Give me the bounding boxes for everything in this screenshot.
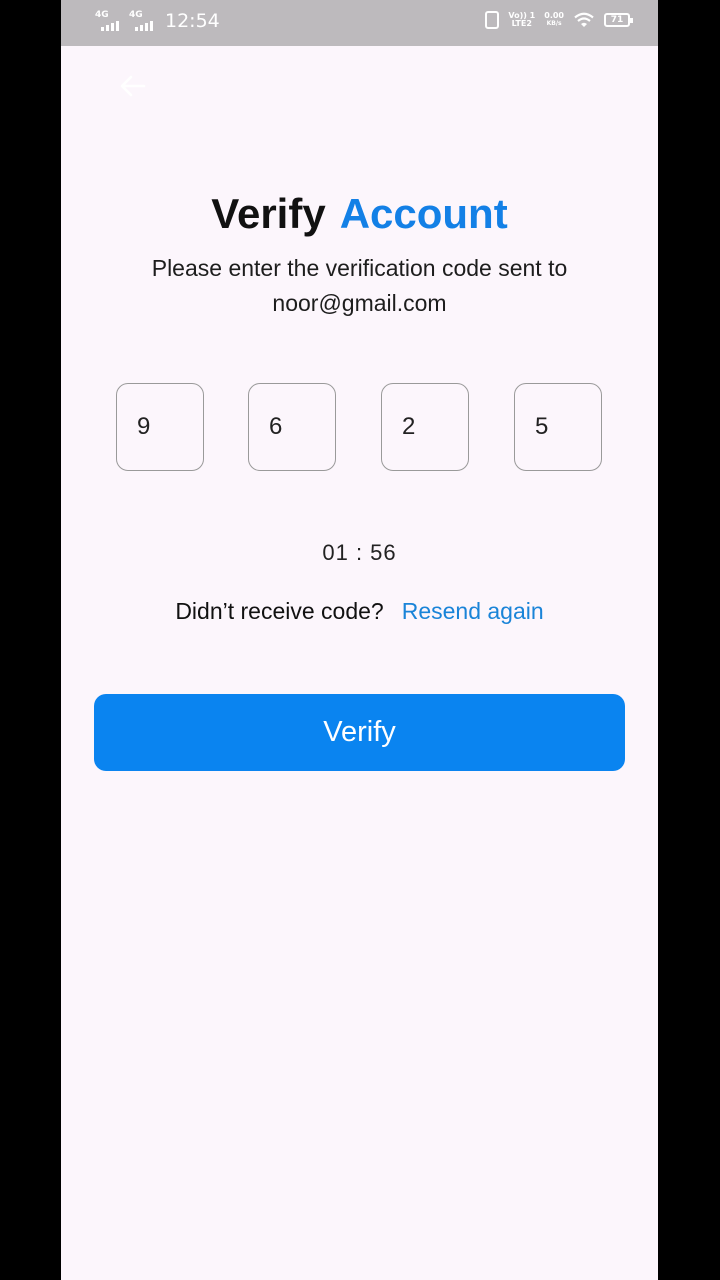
status-left: 4G 4G 12:54 <box>95 10 220 32</box>
instruction-line: Please enter the verification code sent … <box>151 255 568 281</box>
resend-link[interactable]: Resend again <box>402 598 544 624</box>
otp-box-3[interactable]: 2 <box>381 383 469 471</box>
otp-box-1[interactable]: 9 <box>116 383 204 471</box>
title-account: Account <box>339 190 508 237</box>
otp-box-2[interactable]: 6 <box>248 383 336 471</box>
otp-digit: 6 <box>269 413 283 440</box>
otp-box-4[interactable]: 5 <box>514 383 602 471</box>
otp-digit: 5 <box>535 413 549 440</box>
signal-1-icon: 4G <box>95 10 123 32</box>
network-type-1: 4G <box>95 10 109 20</box>
verify-account-screen: 4G 4G 12:54 Vo)) 1 LTE2 0.00 KB/s 71 Ver… <box>61 0 658 1280</box>
status-right: Vo)) 1 LTE2 0.00 KB/s 71 <box>485 11 633 29</box>
otp-digit: 2 <box>402 413 416 440</box>
wifi-icon <box>574 12 594 27</box>
resend-row: Didn’t receive code? Resend again <box>61 598 658 625</box>
status-bar: 4G 4G 12:54 Vo)) 1 LTE2 0.00 KB/s 71 <box>61 0 658 46</box>
instruction-text: Please enter the verification code sent … <box>101 251 618 321</box>
battery-icon: 71 <box>604 13 633 27</box>
arrow-left-icon[interactable] <box>117 70 149 102</box>
network-type-2: 4G <box>129 10 143 20</box>
otp-digit: 9 <box>137 413 151 440</box>
title-verify: Verify <box>211 190 326 237</box>
clock: 12:54 <box>165 10 220 32</box>
email-address: noor@gmail.com <box>272 290 447 316</box>
page-title: Verify Account <box>61 190 658 238</box>
signal-2-icon: 4G <box>129 10 157 32</box>
countdown-timer: 01 : 56 <box>322 540 397 565</box>
network-speed: 0.00 KB/s <box>544 11 564 28</box>
resend-question: Didn’t receive code? <box>175 598 384 624</box>
verify-button[interactable]: Verify <box>94 694 625 771</box>
volte-indicator: Vo)) 1 LTE2 <box>508 11 536 28</box>
battery-level: 71 <box>610 15 624 25</box>
vibrate-icon <box>485 11 500 29</box>
